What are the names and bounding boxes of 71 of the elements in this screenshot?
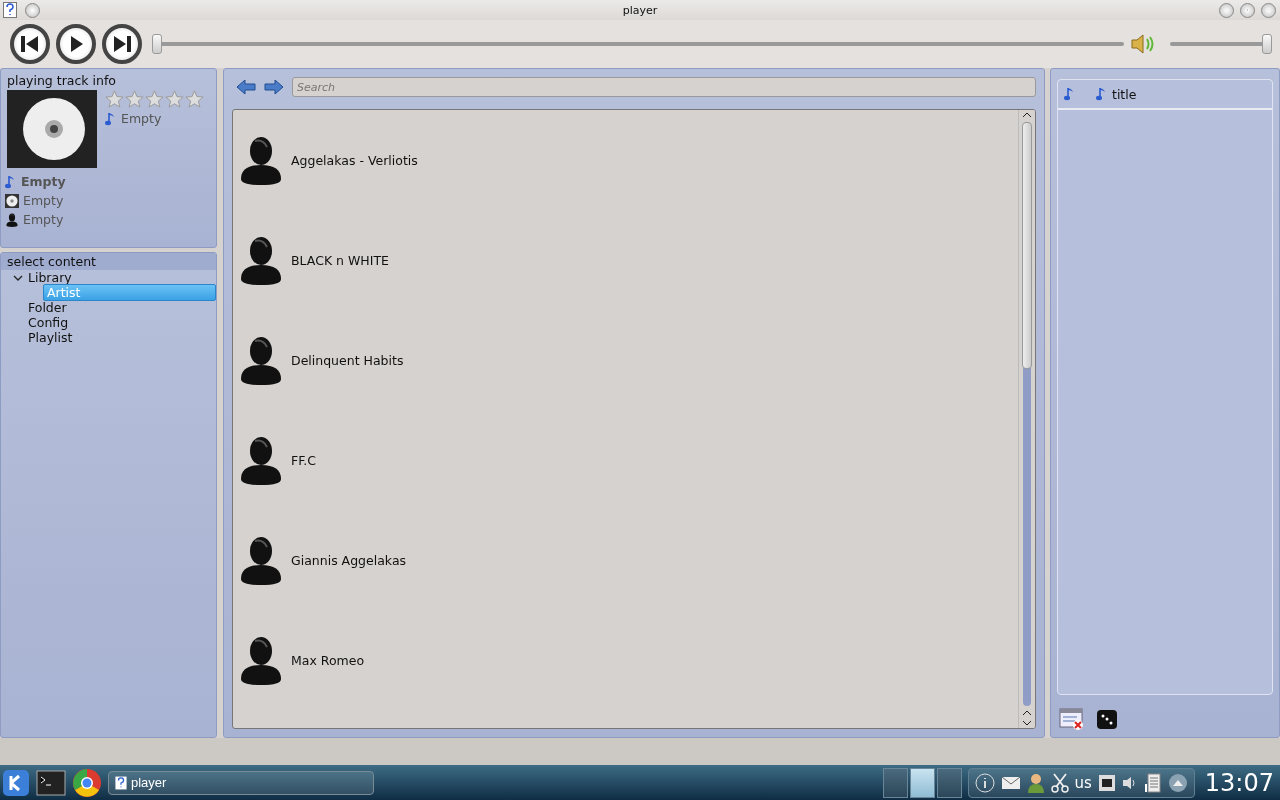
artist-name[interactable]: FF.C [291,452,317,468]
terminal-icon[interactable] [36,769,66,796]
scrollbar[interactable] [1018,110,1035,728]
panel-title: playing track info [6,72,117,90]
clock: 13:07 [1203,768,1275,797]
previous-button[interactable] [10,24,50,64]
disc-icon [5,193,19,208]
note-icon [5,174,17,189]
speaker-icon[interactable] [1121,774,1138,791]
rating-stars[interactable] [105,90,204,109]
back-arrow-icon[interactable] [236,79,256,95]
artist-name[interactable]: Giannis Aggelakas [291,552,407,568]
artist-name[interactable]: BLACK n WHITE [291,252,389,268]
artist-text: Empty [23,212,64,227]
scroll-up-icon[interactable] [1022,110,1032,120]
play-button[interactable] [56,24,96,64]
desktop-pager-cell[interactable] [882,767,908,798]
note-icon [105,111,117,126]
artist-name[interactable]: Delinquent Habits [291,352,404,368]
desktop-pager-cell[interactable] [936,767,962,798]
tree-item[interactable]: Folder [25,300,70,315]
tree-item[interactable]: Config [25,315,72,330]
column-header[interactable]: title [1112,86,1137,102]
note-column-icon [1064,87,1076,101]
network-icon[interactable] [1097,773,1116,792]
tree-item[interactable]: Library [25,270,75,285]
window-menu-button[interactable] [25,2,40,18]
clear-playlist-icon[interactable] [1059,707,1085,731]
cd-cover-icon [7,90,97,168]
forward-arrow-icon[interactable] [264,79,284,95]
scroll-down-icon[interactable] [1022,718,1032,728]
search-field[interactable]: Search [292,77,1036,97]
album-text: Empty [23,193,64,208]
star-icon[interactable] [185,90,204,109]
previous-icon [20,35,40,53]
star-icon[interactable] [165,90,184,109]
user-icon[interactable] [1026,772,1045,793]
tree-item[interactable]: Playlist [25,330,76,345]
desktop-pager-cell[interactable] [909,767,935,798]
next-icon [112,35,132,53]
artist-name[interactable]: Aggelakas - Verliotis [291,152,418,168]
panel-title: select content [7,254,96,269]
next-button[interactable] [102,24,142,64]
app-icon [115,775,127,790]
star-icon[interactable] [125,90,144,109]
scroll-up-icon[interactable] [1022,708,1032,718]
volume-slider-handle[interactable] [1262,34,1272,54]
keyboard-layout-indicator[interactable]: us [1074,773,1092,792]
clipboard-icon[interactable] [1143,771,1162,794]
maximize-button[interactable] [1240,2,1255,18]
star-icon[interactable] [145,90,164,109]
close-button[interactable] [1261,2,1276,18]
kde-menu-icon[interactable] [2,768,30,797]
seek-slider-handle[interactable] [152,34,162,54]
track-title-text: Empty [21,174,66,189]
minimize-button[interactable] [1219,2,1234,18]
dice-icon[interactable] [1095,707,1119,731]
mail-icon[interactable] [1000,775,1021,790]
note-icon [1096,87,1108,101]
taskbar-task[interactable]: player [108,770,374,795]
scissors-icon[interactable] [1050,772,1069,793]
scrollbar-handle[interactable] [1022,122,1032,369]
artist-name[interactable]: Max Romeo [291,652,365,668]
window-title: player [622,3,658,17]
info-icon[interactable] [974,772,995,793]
track-text: Empty [121,111,162,126]
app-icon[interactable] [3,2,17,18]
star-icon[interactable] [105,90,124,109]
person-silhouette-icon [5,212,19,227]
expand-tray-icon[interactable] [1167,772,1188,793]
browser-icon[interactable] [72,767,102,798]
